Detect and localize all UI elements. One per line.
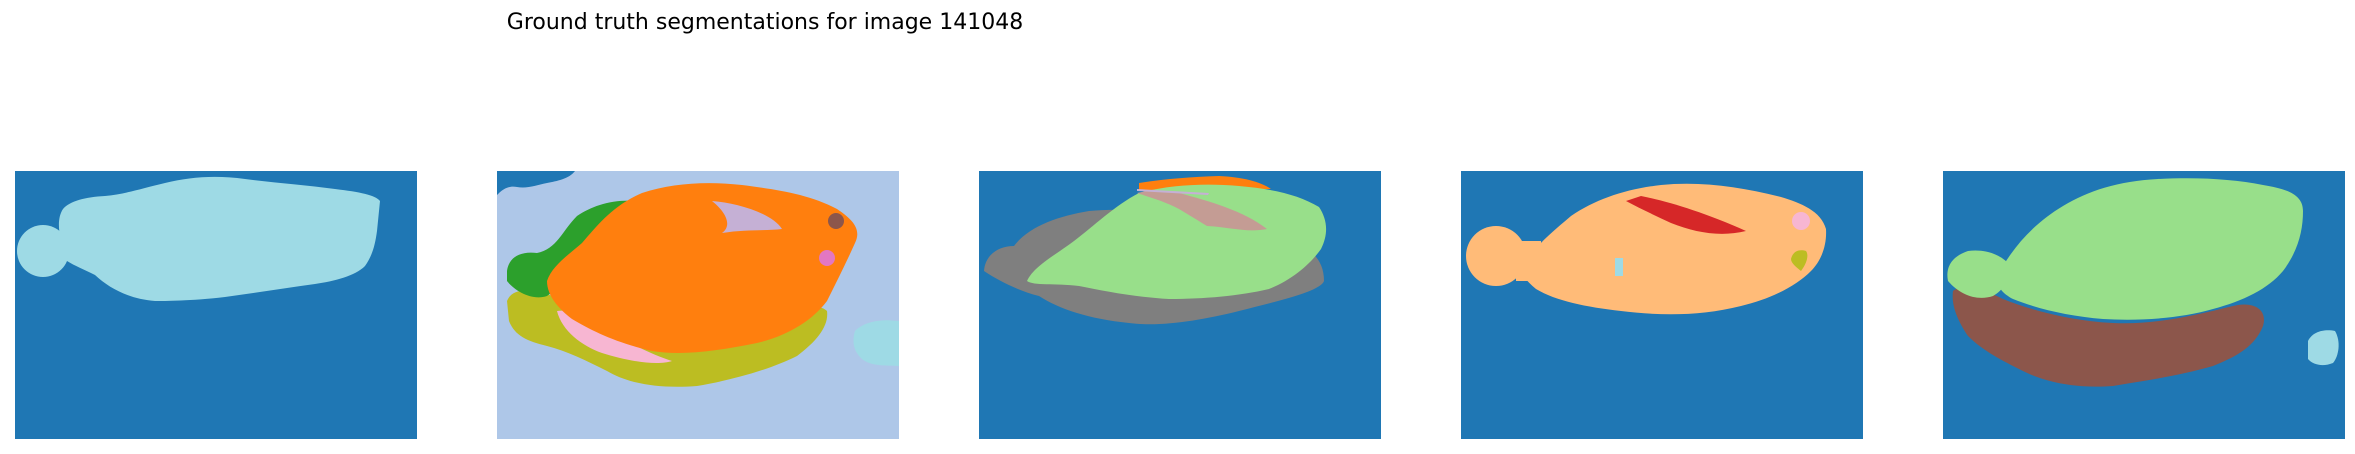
figure-title: Ground truth segmentations for image 141… <box>506 10 1024 35</box>
segmentation-image-2 <box>497 171 899 439</box>
eye-segment <box>1792 212 1810 230</box>
spot-segment <box>819 250 835 266</box>
segmentation-panel-2 <box>497 171 899 439</box>
tiny-segment <box>1615 258 1623 276</box>
segmentation-panel-1 <box>15 171 417 439</box>
segmentation-image-4 <box>1461 171 1863 439</box>
segmentation-image-1 <box>15 171 417 439</box>
small-segment <box>2308 330 2339 366</box>
segmentation-panel-5 <box>1943 171 2345 439</box>
segmentation-panel-3 <box>979 171 1381 439</box>
fin-segment <box>17 225 69 277</box>
join-segment <box>1516 241 1541 281</box>
segmentation-panel-4 <box>1461 171 1863 439</box>
eye-segment <box>828 213 844 229</box>
segmentation-image-5 <box>1943 171 2345 439</box>
segmentation-image-3 <box>979 171 1381 439</box>
